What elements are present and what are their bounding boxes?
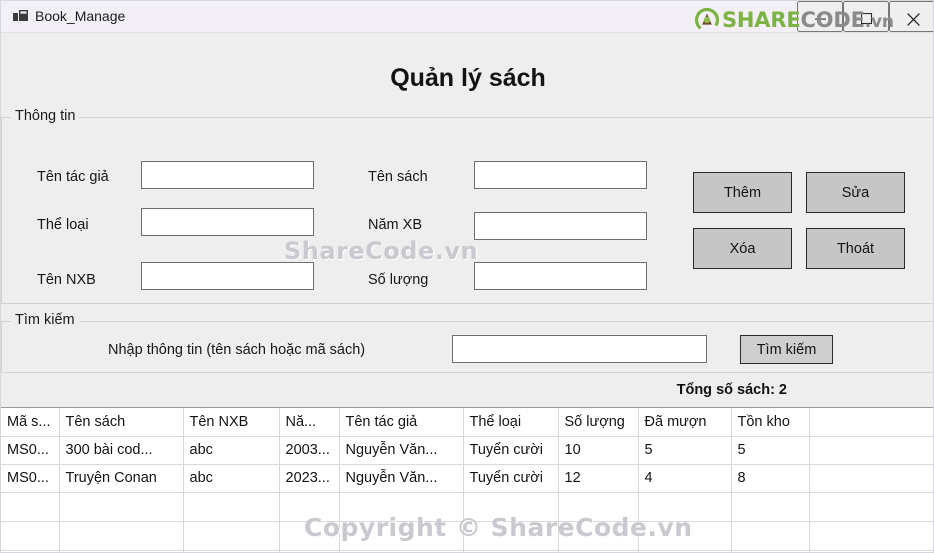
table-cell[interactable]: 2023...	[279, 464, 340, 493]
table-row[interactable]	[1, 521, 933, 551]
table-header-cell[interactable]: Đã mượn	[638, 408, 732, 437]
search-groupbox-legend: Tìm kiếm	[11, 312, 79, 328]
input-nam-xb[interactable]	[474, 212, 647, 240]
input-so-luong[interactable]	[474, 262, 647, 290]
table-cell[interactable]	[809, 492, 933, 522]
title-bar: Book_Manage	[1, 1, 933, 33]
table-header-cell[interactable]: Tên NXB	[183, 408, 280, 437]
table-cell[interactable]	[339, 521, 464, 551]
input-ten-tac-gia-field[interactable]	[142, 162, 313, 188]
table-cell[interactable]	[1, 521, 60, 551]
table-row[interactable]: MS0... Truyện Conan abc 2023... Nguyễn Văn..…	[1, 464, 933, 493]
table-cell[interactable]: 300 bài cod...	[59, 436, 184, 465]
table-cell[interactable]: 8	[731, 464, 810, 493]
input-ten-tac-gia[interactable]	[141, 161, 314, 189]
label-the-loai: Thể loại	[37, 217, 89, 233]
search-button[interactable]: Tìm kiếm	[740, 335, 833, 364]
minimize-icon[interactable]	[797, 1, 843, 32]
table-header-cell[interactable]: Tên sách	[59, 408, 184, 437]
window-title: Book_Manage	[35, 8, 126, 24]
edit-button[interactable]: Sửa	[806, 172, 905, 213]
input-the-loai-field[interactable]	[142, 209, 313, 235]
table-header-cell[interactable]: Thể loại	[463, 408, 559, 437]
search-label: Nhập thông tin (tên sách hoặc mã sách)	[108, 342, 366, 358]
input-ten-nxb[interactable]	[141, 262, 314, 290]
table-cell[interactable]	[809, 464, 933, 493]
input-the-loai[interactable]	[141, 208, 314, 236]
table-cell[interactable]: Nguyễn Văn...	[339, 464, 464, 493]
input-ten-nxb-field[interactable]	[142, 263, 313, 289]
table-cell[interactable]	[279, 521, 340, 551]
table-header-cell[interactable]: Mã s...	[1, 408, 60, 437]
table-cell[interactable]: 5	[638, 436, 732, 465]
table-cell[interactable]	[59, 492, 184, 522]
table-cell[interactable]	[638, 521, 732, 551]
table-cell[interactable]	[558, 521, 639, 551]
input-so-luong-field[interactable]	[475, 263, 646, 289]
search-input-field[interactable]	[453, 336, 706, 362]
page-title: Quản lý sách	[390, 64, 546, 92]
table-cell[interactable]	[279, 492, 340, 522]
table-header-cell[interactable]: Nă...	[279, 408, 340, 437]
table-cell[interactable]: Truyện Conan	[59, 464, 184, 493]
table-row[interactable]	[1, 492, 933, 522]
books-data-grid[interactable]: Mã s... Tên sách Tên NXB Nă... Tên tác giả Th…	[1, 407, 933, 552]
table-cell[interactable]: 4	[638, 464, 732, 493]
add-button[interactable]: Thêm	[693, 172, 792, 213]
table-cell[interactable]	[183, 492, 280, 522]
total-books-label: Tổng số sách: 2	[676, 382, 787, 398]
table-cell[interactable]: abc	[183, 436, 280, 465]
table-header-row: Mã s... Tên sách Tên NXB Nă... Tên tác giả Th…	[1, 408, 933, 437]
table-cell[interactable]: 10	[558, 436, 639, 465]
table-row[interactable]: MS0... 300 bài cod... abc 2003... Nguyễn Văn…	[1, 436, 933, 465]
table-cell[interactable]: abc	[183, 464, 280, 493]
table-cell[interactable]: Tuyển cười	[463, 436, 559, 465]
close-icon[interactable]	[889, 1, 933, 32]
window-app-icon	[13, 10, 28, 24]
label-nam-xb: Năm XB	[368, 217, 422, 233]
label-ten-tac-gia: Tên tác giả	[37, 169, 109, 185]
table-cell[interactable]	[731, 521, 810, 551]
table-cell[interactable]	[731, 492, 810, 522]
table-header-cell[interactable]: Số lượng	[558, 408, 639, 437]
table-header-cell[interactable]: Tồn kho	[731, 408, 810, 437]
label-ten-sach: Tên sách	[368, 169, 428, 185]
book-manage-window: Book_Manage SHARECODE.vn Quản lý sách Th…	[0, 0, 934, 553]
table-cell[interactable]: Tuyển cười	[463, 464, 559, 493]
books-table: Mã s... Tên sách Tên NXB Nă... Tên tác giả Th…	[1, 408, 933, 552]
info-groupbox-legend: Thông tin	[11, 108, 80, 124]
table-cell[interactable]: 2003...	[279, 436, 340, 465]
table-cell[interactable]: MS0...	[1, 464, 60, 493]
table-cell[interactable]: Nguyễn Văn...	[339, 436, 464, 465]
table-cell[interactable]	[463, 521, 559, 551]
table-header-cell[interactable]: Tên tác giả	[339, 408, 464, 437]
label-so-luong: Số lượng	[368, 272, 429, 288]
table-cell[interactable]	[809, 436, 933, 465]
input-nam-xb-field[interactable]	[475, 213, 646, 239]
table-cell[interactable]: 5	[731, 436, 810, 465]
table-cell[interactable]	[809, 521, 933, 551]
label-ten-nxb: Tên NXB	[37, 272, 96, 288]
input-ten-sach-field[interactable]	[475, 162, 646, 188]
table-cell[interactable]	[463, 492, 559, 522]
table-cell[interactable]	[558, 492, 639, 522]
exit-button[interactable]: Thoát	[806, 228, 905, 269]
search-input[interactable]	[452, 335, 707, 363]
table-cell[interactable]	[638, 492, 732, 522]
maximize-icon[interactable]	[843, 1, 889, 32]
input-ten-sach[interactable]	[474, 161, 647, 189]
table-cell[interactable]	[1, 492, 60, 522]
table-cell[interactable]	[339, 492, 464, 522]
table-cell[interactable]	[183, 521, 280, 551]
table-body: MS0... 300 bài cod... abc 2003... Nguyễn Văn…	[1, 436, 933, 552]
table-header-cell[interactable]	[809, 408, 933, 437]
table-cell[interactable]	[59, 521, 184, 551]
table-cell[interactable]: 12	[558, 464, 639, 493]
table-cell[interactable]: MS0...	[1, 436, 60, 465]
delete-button[interactable]: Xóa	[693, 228, 792, 269]
